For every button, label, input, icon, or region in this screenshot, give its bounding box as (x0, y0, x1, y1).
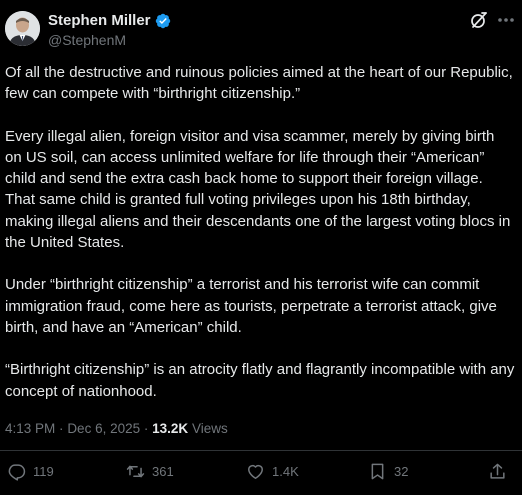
reply-count: 119 (33, 463, 54, 479)
post-date[interactable]: Dec 6, 2025 (67, 421, 140, 436)
meta-separator: · (143, 421, 149, 436)
post-header: Stephen Miller @StephenM (0, 0, 522, 60)
post-paragraph: Every illegal alien, foreign visitor and… (5, 127, 511, 252)
reply-button[interactable]: 119 (7, 462, 54, 481)
like-count: 1.4K (272, 463, 299, 479)
bookmark-count: 32 (394, 463, 409, 479)
avatar[interactable] (5, 11, 40, 46)
post-meta: 4:13 PM · Dec 6, 2025 · 13.2K Views (5, 420, 228, 438)
action-bar: 119 361 1.4K 32 (0, 462, 522, 486)
author-name-line: Stephen Miller (48, 12, 171, 30)
repost-button[interactable]: 361 (126, 462, 174, 481)
post-paragraph: Of all the destructive and ruinous polic… (5, 64, 513, 103)
grok-icon[interactable] (470, 11, 488, 29)
divider (0, 450, 522, 451)
more-icon[interactable] (496, 11, 516, 29)
profile-photo-icon (5, 11, 40, 46)
post-text: Of all the destructive and ruinous polic… (5, 62, 515, 423)
post-paragraph: Under “birthright citizenship” a terrori… (5, 276, 497, 336)
repost-count: 361 (152, 463, 174, 479)
post-time[interactable]: 4:13 PM (5, 421, 55, 436)
views-count[interactable]: 13.2K (152, 421, 188, 436)
views-label: Views (191, 421, 228, 436)
post: Stephen Miller @StephenM Of all the dest… (0, 0, 522, 495)
reply-icon (8, 464, 26, 481)
like-button[interactable]: 1.4K (246, 462, 299, 481)
share-button[interactable] (488, 462, 507, 481)
bookmark-button[interactable]: 32 (368, 462, 408, 481)
author-display-name[interactable]: Stephen Miller (48, 12, 151, 30)
share-icon (490, 463, 505, 479)
meta-separator: · (59, 421, 64, 436)
post-paragraph: “Birthright citizenship” is an atrocity … (5, 361, 515, 400)
bookmark-icon (371, 463, 384, 480)
repost-icon (126, 465, 145, 478)
verified-badge-icon (155, 13, 171, 29)
heart-icon (248, 464, 263, 479)
author-handle[interactable]: @StephenM (48, 32, 126, 49)
